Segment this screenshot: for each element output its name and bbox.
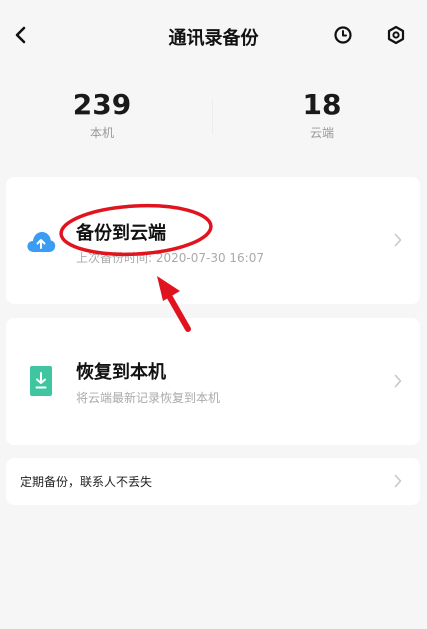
history-button[interactable] xyxy=(330,22,356,48)
chevron-right-icon xyxy=(392,474,404,488)
backup-title: 备份到云端 xyxy=(76,223,166,244)
backup-to-cloud-card[interactable]: 备份到云端 上次备份时间: 2020-07-30 16:07 xyxy=(6,177,420,304)
restore-title: 恢复到本机 xyxy=(76,362,166,383)
settings-button[interactable] xyxy=(383,22,409,48)
chevron-right-icon xyxy=(392,233,404,247)
page-title: 通讯录备份 xyxy=(168,28,259,49)
local-label: 本机 xyxy=(89,126,114,140)
stat-local: 239 本机 xyxy=(22,86,182,141)
stats-divider xyxy=(212,100,213,134)
cloud-label: 云端 xyxy=(309,126,334,140)
header-bar: 通讯录备份 xyxy=(0,0,427,74)
download-file-icon xyxy=(26,366,56,396)
contact-stats: 239 本机 18 云端 xyxy=(0,86,427,146)
cloud-upload-icon xyxy=(26,227,56,257)
cloud-count: 18 xyxy=(302,88,342,121)
stat-cloud: 18 云端 xyxy=(242,86,402,141)
restore-to-device-card[interactable]: 恢复到本机 将云端最新记录恢复到本机 xyxy=(6,318,420,445)
scheduled-backup-row[interactable]: 定期备份，联系人不丢失 xyxy=(6,458,420,505)
chevron-right-icon xyxy=(392,374,404,388)
restore-subtitle: 将云端最新记录恢复到本机 xyxy=(76,391,221,405)
last-backup-time: 上次备份时间: 2020-07-30 16:07 xyxy=(76,251,264,265)
local-count: 239 xyxy=(72,88,132,121)
gear-icon xyxy=(387,25,405,45)
scheduled-backup-label: 定期备份，联系人不丢失 xyxy=(20,475,153,489)
clock-icon xyxy=(334,26,352,44)
